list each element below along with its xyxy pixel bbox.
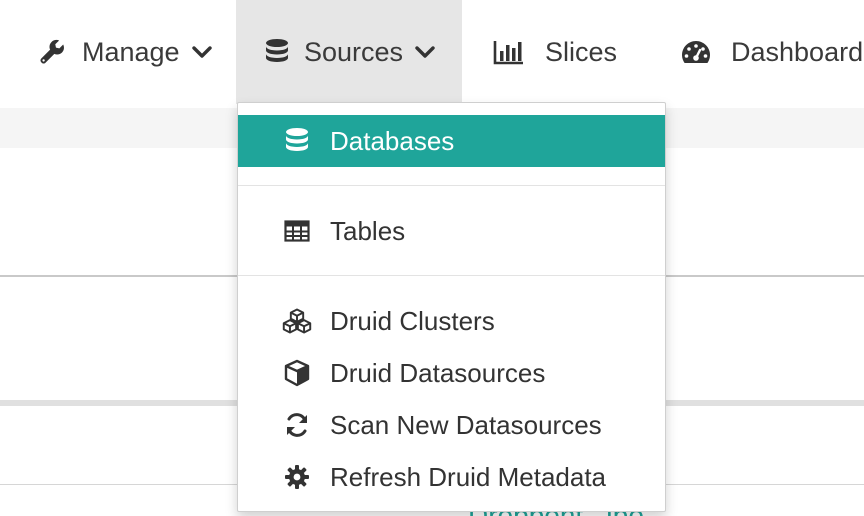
menu-item-druid-clusters[interactable]: Druid Clusters bbox=[238, 295, 665, 347]
nav-sources[interactable]: Sources bbox=[236, 0, 462, 104]
sources-dropdown-menu: Databases Tables Druid Clusters Druid Da… bbox=[237, 102, 666, 512]
database-icon bbox=[264, 38, 290, 66]
nav-dashboards-label: Dashboard bbox=[731, 36, 864, 67]
chevron-down-icon bbox=[191, 45, 212, 59]
gear-icon bbox=[282, 462, 312, 492]
menu-item-tables[interactable]: Tables bbox=[238, 205, 665, 257]
nav-manage-label: Manage bbox=[82, 36, 180, 67]
cube-icon bbox=[282, 358, 312, 388]
nav-sources-label: Sources bbox=[304, 36, 404, 67]
database-icon bbox=[282, 126, 312, 156]
menu-item-refresh-druid-metadata[interactable]: Refresh Druid Metadata bbox=[238, 451, 665, 503]
menu-divider bbox=[238, 275, 665, 276]
menu-item-label: Scan New Datasources bbox=[330, 409, 602, 440]
menu-item-label: Druid Clusters bbox=[330, 305, 495, 336]
top-navbar: Manage Sources Slices Dashboard bbox=[0, 0, 864, 104]
nav-slices[interactable]: Slices bbox=[493, 0, 617, 104]
cubes-icon bbox=[282, 306, 312, 336]
menu-item-label: Druid Datasources bbox=[330, 357, 546, 388]
nav-dashboards[interactable]: Dashboard bbox=[681, 0, 863, 104]
menu-item-label: Refresh Druid Metadata bbox=[330, 461, 607, 492]
page: Manage Sources Slices Dashboard Database… bbox=[0, 0, 864, 516]
bar-chart-icon bbox=[493, 39, 525, 65]
table-icon bbox=[282, 216, 312, 246]
nav-slices-label: Slices bbox=[545, 36, 618, 67]
menu-item-scan-new-datasources[interactable]: Scan New Datasources bbox=[238, 399, 665, 451]
menu-item-databases[interactable]: Databases bbox=[238, 115, 665, 167]
wrench-icon bbox=[38, 38, 66, 66]
menu-item-druid-datasources[interactable]: Druid Datasources bbox=[238, 347, 665, 399]
chevron-down-icon bbox=[415, 45, 435, 59]
dashboard-icon bbox=[681, 39, 711, 65]
menu-divider bbox=[238, 185, 665, 186]
menu-item-label: Tables bbox=[330, 215, 406, 246]
menu-item-label: Databases bbox=[330, 125, 455, 156]
refresh-icon bbox=[282, 410, 312, 440]
nav-manage[interactable]: Manage bbox=[38, 0, 212, 104]
